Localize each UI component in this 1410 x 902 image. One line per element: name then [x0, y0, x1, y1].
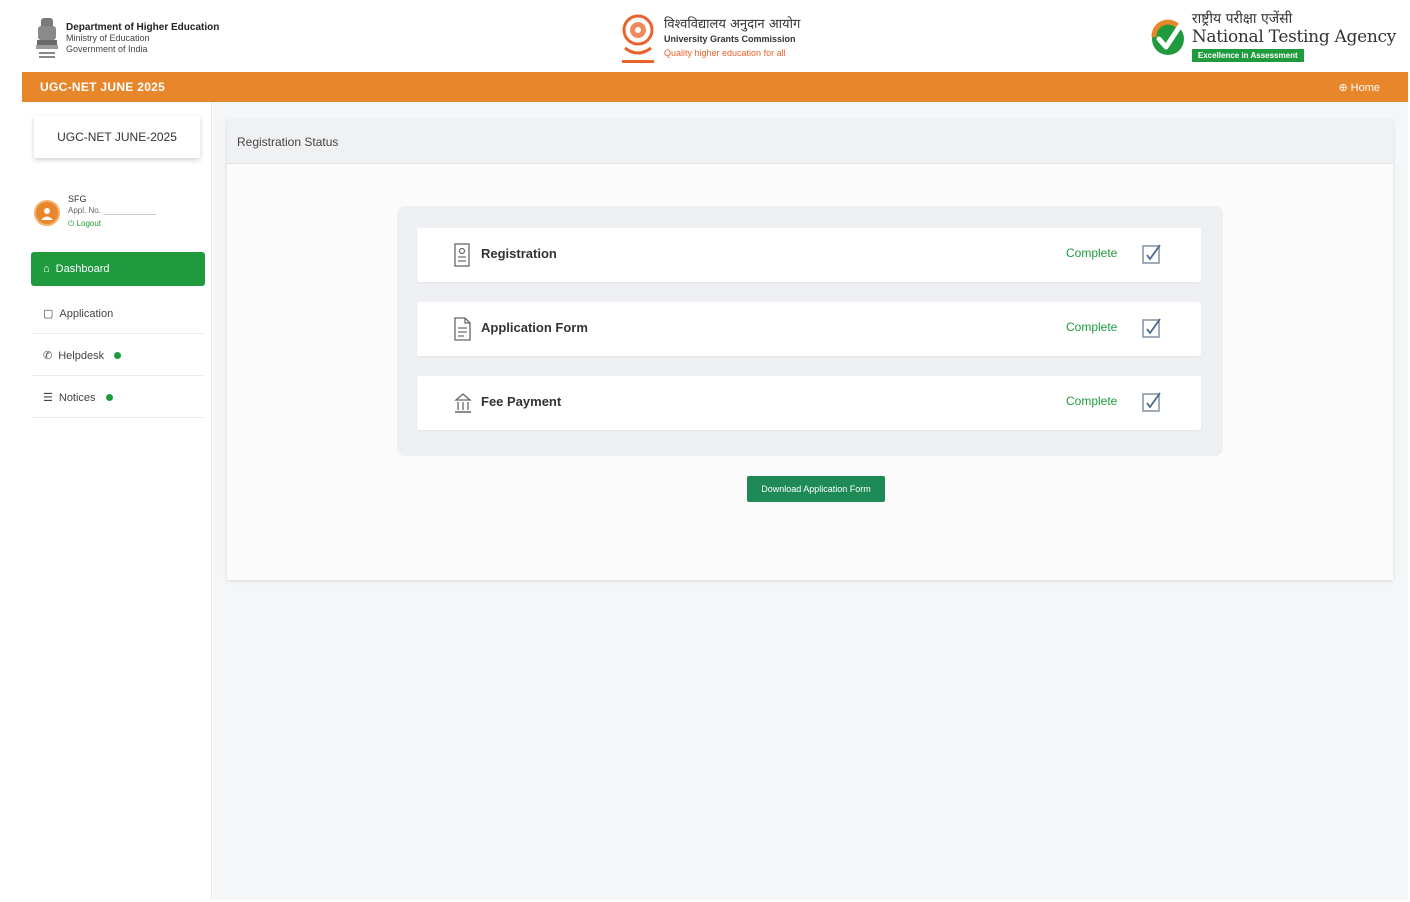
sidebar-item-application[interactable]: ▢ Application [31, 294, 205, 334]
page: Department of Higher Education Ministry … [22, 8, 1408, 900]
main-content: Registration Status Registration Complet… [213, 102, 1408, 900]
sidebar-item-label: Dashboard [55, 263, 110, 275]
exam-title-card: UGC-NET JUNE-2025 [34, 116, 200, 158]
sidebar-item-dashboard[interactable]: ⌂ Dashboard [31, 252, 205, 286]
user-icon [41, 208, 53, 220]
user-name: SFG [68, 194, 87, 204]
dashboard-icon: ⌂ [43, 263, 50, 275]
status-row-registration: Registration Complete [417, 228, 1201, 282]
checkbox-checked-icon [1142, 244, 1161, 264]
logout-link[interactable]: ⏻ Logout [68, 219, 101, 229]
dhe-title: Department of Higher Education [66, 21, 220, 33]
application-form-icon [454, 317, 471, 341]
home-link[interactable]: ⊕ Home [1338, 81, 1380, 95]
panel-header: Registration Status [227, 120, 1393, 164]
ugc-logo-icon [622, 14, 654, 63]
sidebar-item-label: Notices [58, 391, 96, 404]
nta-logo-icon [1151, 19, 1185, 55]
nta-branding: राष्ट्रीय परीक्षा एजेंसी National Testin… [1150, 11, 1396, 62]
step-status: Complete [1066, 320, 1118, 334]
application-number-label: Appl. No. [68, 206, 101, 215]
ugc-branding: विश्वविद्यालय अनुदान आयोग University Gra… [620, 12, 800, 66]
registration-status-panel: Registration Status Registration Complet… [227, 120, 1393, 580]
ugc-english-name: University Grants Commission [664, 34, 796, 44]
status-steps-container: Registration Complete Application Form C… [397, 206, 1223, 456]
registration-icon [454, 243, 470, 267]
user-profile: SFG Appl. No. ⏻ Logout [34, 190, 204, 240]
application-number: Appl. No. [68, 206, 156, 216]
exam-title: UGC-NET JUNE-2025 [57, 130, 177, 144]
checkbox-checked-icon [1142, 318, 1161, 338]
fee-payment-icon [454, 393, 472, 413]
nta-hindi-name: राष्ट्रीय परीक्षा एजेंसी [1191, 11, 1293, 27]
top-bar: UGC-NET JUNE 2025 ⊕ Home [22, 72, 1408, 102]
avatar [34, 200, 60, 226]
site-header: Department of Higher Education Ministry … [22, 8, 1408, 72]
phone-icon: ✆ [43, 350, 53, 362]
status-row-fee-payment: Fee Payment Complete [417, 376, 1201, 430]
sidebar-item-label: Helpdesk [58, 349, 105, 362]
sidebar-item-notices[interactable]: ☰ Notices [31, 378, 205, 418]
dhe-branding: Department of Higher Education Ministry … [34, 14, 219, 62]
document-icon: ▢ [43, 308, 54, 320]
nta-english-name: National Testing Agency [1191, 27, 1396, 47]
national-emblem-icon [36, 18, 58, 58]
sidebar-item-helpdesk[interactable]: ✆ Helpdesk [31, 336, 205, 376]
download-application-form-button[interactable]: Download Application Form [747, 476, 885, 502]
new-indicator-dot [105, 394, 113, 401]
redacted-value [103, 206, 156, 216]
logout-label: Logout [76, 219, 102, 228]
dhe-government: Government of India [66, 43, 148, 54]
checkbox-checked-icon [1142, 392, 1161, 412]
ugc-hindi-name: विश्वविद्यालय अनुदान आयोग [664, 17, 801, 32]
ugc-tagline: Quality higher education for all [664, 48, 786, 58]
panel-title: Registration Status [237, 134, 339, 149]
step-label: Fee Payment [481, 394, 562, 409]
notice-icon: ☰ [43, 392, 53, 404]
dhe-ministry: Ministry of Education [66, 32, 150, 43]
sidebar: UGC-NET JUNE-2025 SFG Appl. No. ⏻ Logout… [22, 102, 212, 900]
step-status: Complete [1066, 246, 1118, 260]
step-status: Complete [1066, 394, 1118, 408]
home-icon: ⊕ [1338, 82, 1348, 94]
sidebar-item-label: Application [59, 307, 114, 320]
home-label: Home [1350, 81, 1380, 94]
new-indicator-dot [114, 352, 122, 359]
nta-tagline: Excellence in Assessment [1191, 49, 1304, 62]
step-label: Registration [481, 246, 557, 261]
status-row-application-form: Application Form Complete [417, 302, 1201, 356]
exam-banner-title: UGC-NET JUNE 2025 [40, 80, 166, 94]
step-label: Application Form [481, 320, 588, 335]
